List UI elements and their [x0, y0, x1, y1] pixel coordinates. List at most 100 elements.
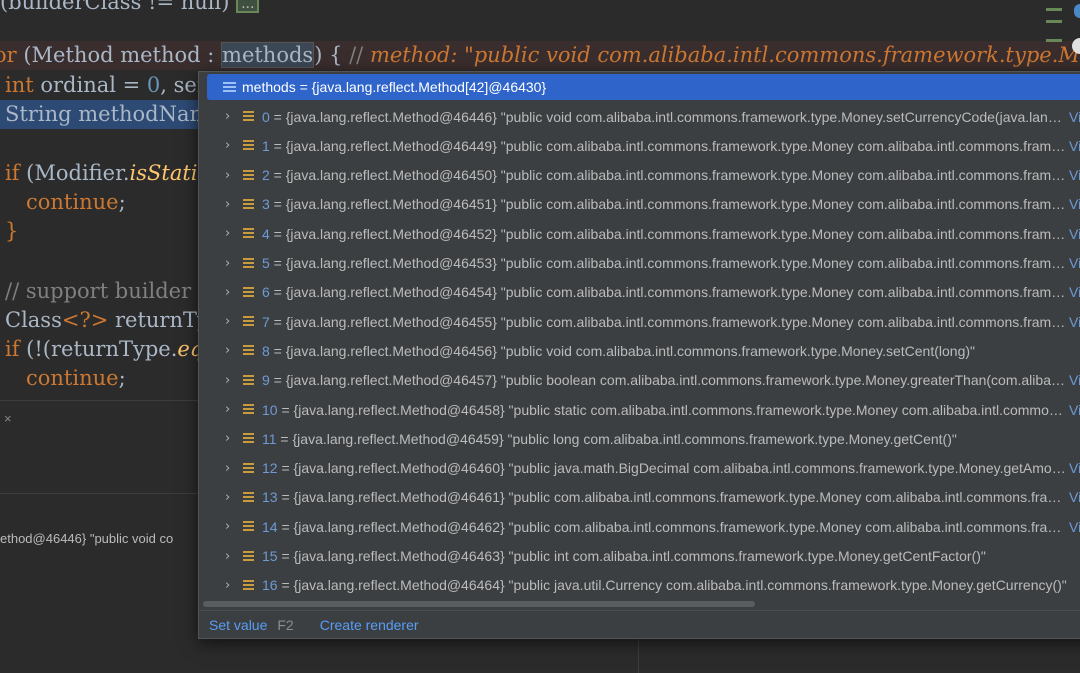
code-line-close-brace: }: [5, 219, 19, 243]
horizontal-scrollbar[interactable]: [203, 601, 755, 607]
method-row-label: 1 = {java.lang.reflect.Method@46449} "pu…: [262, 137, 1067, 154]
code-line-continue-2: continue;: [26, 366, 126, 390]
field-icon: [243, 403, 254, 416]
view-link[interactable]: Vi: [1069, 314, 1080, 330]
row-index: 2: [262, 167, 270, 184]
row-index: 3: [262, 196, 270, 213]
chevron-right-icon[interactable]: ›: [225, 314, 237, 329]
row-index: 14: [262, 518, 278, 535]
chevron-right-icon[interactable]: ›: [225, 256, 237, 271]
chevron-right-icon[interactable]: ›: [225, 138, 237, 153]
method-row[interactable]: › 14 = {java.lang.reflect.Method@46462} "…: [199, 512, 1080, 541]
chevron-right-icon[interactable]: ›: [225, 168, 237, 183]
method-row-label: 0 = {java.lang.reflect.Method@46446} "pu…: [262, 108, 1067, 125]
chevron-right-icon[interactable]: ›: [225, 461, 237, 476]
method-row[interactable]: › 0 = {java.lang.reflect.Method@46446} "p…: [199, 102, 1080, 131]
method-row[interactable]: › 6 = {java.lang.reflect.Method@46454} "p…: [199, 278, 1080, 307]
view-link[interactable]: Vi: [1069, 489, 1080, 505]
method-row-label: 11 = {java.lang.reflect.Method@46459} "p…: [262, 430, 957, 447]
chevron-right-icon[interactable]: ›: [225, 431, 237, 446]
view-link[interactable]: Vi: [1069, 402, 1080, 418]
chevron-right-icon[interactable]: ›: [225, 109, 237, 124]
method-row[interactable]: › 5 = {java.lang.reflect.Method@46453} "p…: [199, 249, 1080, 278]
chevron-right-icon[interactable]: ›: [225, 343, 237, 358]
method-row[interactable]: › 3 = {java.lang.reflect.Method@46451} "p…: [199, 190, 1080, 219]
popup-footer: Set value F2 Create renderer: [199, 610, 1080, 638]
row-index: 6: [262, 284, 270, 301]
chevron-right-icon[interactable]: ›: [225, 285, 237, 300]
close-icon[interactable]: ×: [4, 411, 12, 426]
chevron-right-icon[interactable]: ›: [225, 549, 237, 564]
method-row[interactable]: › 1 = {java.lang.reflect.Method@46449} "p…: [199, 131, 1080, 160]
code-line-if-return-type: if (!(returnType.equa: [5, 337, 229, 361]
row-index: 11: [262, 430, 277, 447]
method-row[interactable]: › 15 = {java.lang.reflect.Method@46463} "…: [199, 542, 1080, 571]
view-link[interactable]: Vi: [1069, 372, 1080, 388]
view-link[interactable]: Vi: [1069, 196, 1080, 212]
view-link[interactable]: Vi: [1069, 255, 1080, 271]
row-index: 4: [262, 225, 270, 242]
field-icon: [243, 344, 254, 357]
field-icon: [243, 432, 254, 445]
method-row[interactable]: › 7 = {java.lang.reflect.Method@46455} "p…: [199, 307, 1080, 336]
view-link[interactable]: Vi: [1069, 167, 1080, 183]
view-link[interactable]: Vi: [1069, 284, 1080, 300]
row-index: 7: [262, 313, 270, 330]
view-link[interactable]: Vi: [1069, 226, 1080, 242]
field-icon: [243, 550, 254, 563]
method-row[interactable]: › 12 = {java.lang.reflect.Method@46460} "…: [199, 454, 1080, 483]
method-row-label: 6 = {java.lang.reflect.Method@46454} "pu…: [262, 284, 1067, 301]
row-index: 16: [262, 577, 278, 594]
chevron-right-icon[interactable]: ›: [225, 519, 237, 534]
method-row[interactable]: › 10 = {java.lang.reflect.Method@46458} "…: [199, 395, 1080, 424]
method-row-label: 10 = {java.lang.reflect.Method@46458} "p…: [262, 401, 1067, 418]
row-index: 10: [262, 401, 278, 418]
field-icon: [243, 169, 254, 182]
method-row-label: 16 = {java.lang.reflect.Method@46464} "p…: [262, 577, 1067, 594]
code-line-continue-1: continue;: [26, 190, 126, 214]
row-index: 15: [262, 548, 278, 564]
method-row-label: 2 = {java.lang.reflect.Method@46450} "pu…: [262, 167, 1067, 184]
view-link[interactable]: Vi: [1069, 138, 1080, 154]
method-row-label: 9 = {java.lang.reflect.Method@46457} "pu…: [262, 372, 1067, 389]
code-line-method-name: String methodName: [0, 100, 222, 129]
method-row[interactable]: › 13 = {java.lang.reflect.Method@46461} "…: [199, 483, 1080, 512]
method-row[interactable]: › 2 = {java.lang.reflect.Method@46450} "p…: [199, 161, 1080, 190]
structure-icon[interactable]: [1046, 8, 1062, 42]
row-index: 9: [262, 372, 270, 389]
row-index: 12: [262, 460, 278, 477]
debug-value-text: ethod@46446} "public void co: [0, 531, 174, 546]
field-icon: [243, 491, 254, 504]
method-row[interactable]: › 8 = {java.lang.reflect.Method@46456} "p…: [199, 336, 1080, 365]
method-row-label: 15 = {java.lang.reflect.Method@46463} "p…: [262, 548, 986, 564]
create-renderer-link[interactable]: Create renderer: [320, 617, 419, 633]
selected-node-methods[interactable]: methods = {java.lang.reflect.Method[42]@…: [207, 74, 1080, 100]
row-index: 0: [262, 108, 270, 125]
methods-variable[interactable]: methods: [221, 42, 315, 68]
chevron-right-icon[interactable]: ›: [225, 402, 237, 417]
field-icon: [243, 315, 254, 328]
field-icon: [243, 579, 254, 592]
method-row[interactable]: › 9 = {java.lang.reflect.Method@46457} "p…: [199, 366, 1080, 395]
set-value-link[interactable]: Set value: [209, 617, 267, 633]
field-icon: [243, 110, 254, 123]
method-row[interactable]: › 16 = {java.lang.reflect.Method@46464} "…: [199, 571, 1080, 600]
view-link[interactable]: Vi: [1069, 460, 1080, 476]
view-link[interactable]: Vi: [1069, 109, 1080, 125]
chevron-right-icon[interactable]: ›: [225, 578, 237, 593]
chevron-right-icon[interactable]: ›: [225, 490, 237, 505]
inline-debug-hint: method: "public void com.alibaba.intl.co…: [369, 43, 1080, 67]
chevron-right-icon[interactable]: ›: [225, 373, 237, 388]
method-row[interactable]: › 4 = {java.lang.reflect.Method@46452} "p…: [199, 219, 1080, 248]
code-line-for-loop: or (Method method : methods) { // method…: [0, 41, 1080, 70]
field-icon: [243, 374, 254, 387]
variable-inspector-popup: methods = {java.lang.reflect.Method[42]@…: [198, 71, 1080, 639]
method-row-label: 14 = {java.lang.reflect.Method@46462} "p…: [262, 518, 1067, 535]
folded-code-ellipsis[interactable]: ...: [236, 0, 260, 13]
method-row[interactable]: › 11 = {java.lang.reflect.Method@46459} "…: [199, 424, 1080, 453]
method-row-label: 4 = {java.lang.reflect.Method@46452} "pu…: [262, 225, 1067, 242]
chevron-right-icon[interactable]: ›: [225, 197, 237, 212]
view-link[interactable]: Vi: [1069, 519, 1080, 535]
method-row-label: 3 = {java.lang.reflect.Method@46451} "pu…: [262, 196, 1067, 213]
chevron-right-icon[interactable]: ›: [225, 226, 237, 241]
